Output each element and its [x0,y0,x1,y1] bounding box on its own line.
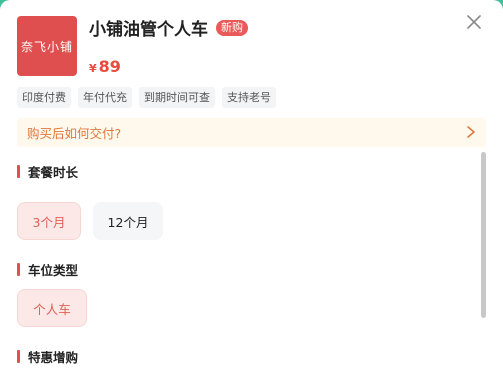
delivery-info-link[interactable]: 购买后如何交付? [17,118,486,147]
seat-option-personal[interactable]: 个人车 [17,289,87,327]
seat-type-heading: 车位类型 [17,260,78,279]
section-label: 套餐时长 [28,165,79,180]
plan-option-12-months[interactable]: 12个月 [93,202,163,240]
option-label: 12个月 [107,214,149,230]
plan-duration-heading: 套餐时长 [17,162,78,181]
addon-heading: 特惠增购 [17,347,78,366]
plan-option-3-months[interactable]: 3个月 [17,202,81,240]
delivery-info-text: 购买后如何交付? [27,126,122,141]
product-purchase-panel: 奈飞小铺 小铺油管个人车 新购 ¥ 89 印度付费 年付代充 到期时间可查 支持… [0,0,503,380]
price-currency: ¥ [89,62,97,75]
feature-tag: 年付代充 [78,87,132,108]
section-label: 车位类型 [28,263,79,278]
feature-tag: 到期时间可查 [139,87,215,108]
feature-tag: 支持老号 [222,87,276,108]
logo-text: 奈飞小铺 [20,39,73,54]
section-marker [17,165,20,178]
option-label: 3个月 [32,214,66,230]
close-icon [467,15,481,29]
product-price: ¥ 89 [89,57,121,76]
title-row: 小铺油管个人车 新购 [89,15,248,40]
new-purchase-badge: 新购 [216,19,248,36]
product-logo: 奈飞小铺 [17,16,77,76]
product-title: 小铺油管个人车 [89,20,208,40]
feature-tag: 印度付费 [17,87,71,108]
section-marker [17,350,20,363]
scrollbar[interactable] [481,152,486,318]
feature-tags: 印度付费 年付代充 到期时间可查 支持老号 [17,87,276,108]
close-button[interactable] [463,11,485,33]
section-label: 特惠增购 [28,350,79,365]
price-value: 89 [98,57,121,76]
section-marker [17,263,20,276]
option-label: 个人车 [33,301,71,317]
chevron-right-icon [467,126,475,138]
